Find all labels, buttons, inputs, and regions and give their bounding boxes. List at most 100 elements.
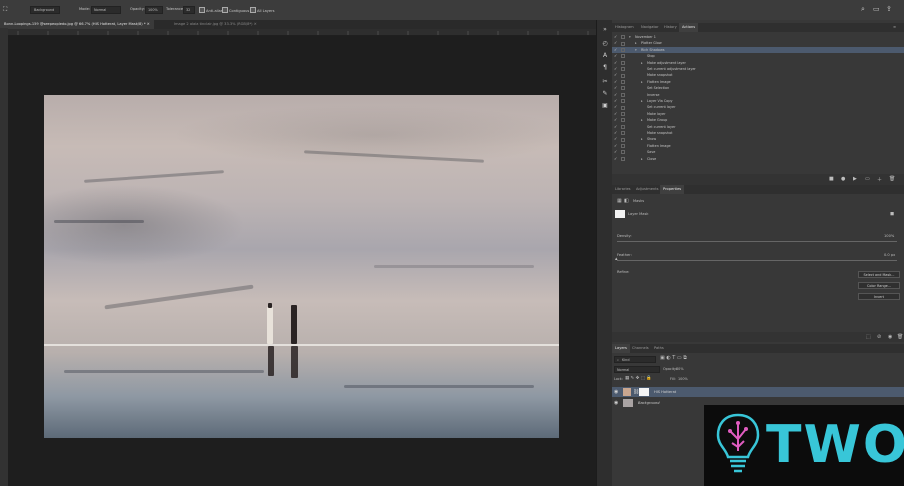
eye-icon[interactable]: ◉ <box>614 387 618 397</box>
search-icon[interactable]: ⌕ <box>861 5 865 14</box>
record-icon[interactable]: ● <box>841 176 845 182</box>
brush-icon[interactable]: ✎ <box>601 90 609 98</box>
document-tab-inactive[interactable]: Image 2 alaia tinclair.jpg @ 33.3% (RGB/… <box>170 20 261 29</box>
tab-adjustments[interactable]: Adjustments <box>633 185 662 194</box>
dialog-toggle-icon[interactable] <box>621 67 625 72</box>
dialog-toggle-icon[interactable] <box>621 111 625 116</box>
dialog-toggle-icon[interactable] <box>621 99 625 104</box>
chevron-right-icon[interactable]: ▸ <box>641 156 645 162</box>
tool-preset-select[interactable]: Background <box>30 5 60 14</box>
density-label: Density: <box>617 234 632 238</box>
options-bar: ⛶ Background Mode: Normal Opacity: 100% … <box>0 0 904 21</box>
dialog-toggle-icon[interactable] <box>621 86 625 91</box>
fill-value[interactable]: 100% <box>678 377 688 381</box>
tab-history[interactable]: History <box>661 23 680 32</box>
tab-libraries[interactable]: Libraries <box>612 185 634 194</box>
dialog-toggle-icon[interactable] <box>621 54 625 59</box>
check-icon[interactable]: ✓ <box>614 156 618 162</box>
dialog-toggle-icon[interactable] <box>621 47 625 52</box>
dialog-toggle-icon[interactable] <box>621 150 625 155</box>
delete-icon[interactable]: 🗑 <box>897 334 903 340</box>
layer-mask-thumbnail[interactable] <box>615 210 625 218</box>
clone-icon[interactable]: ▣ <box>601 102 609 110</box>
tab-histogram[interactable]: Histogram <box>612 23 637 32</box>
photo-image[interactable] <box>44 95 559 438</box>
color-range-button[interactable]: Color Range... <box>858 282 900 289</box>
panel-menu-icon[interactable]: ≡ <box>890 23 899 32</box>
share-icon[interactable]: ⇪ <box>886 5 892 13</box>
workspace-icon[interactable]: ▭ <box>873 5 880 13</box>
layer-filter-select[interactable]: ⌕ Kind <box>614 356 656 363</box>
layer-thumbnail <box>623 399 633 407</box>
eye-icon[interactable]: ◉ <box>614 398 618 408</box>
pixel-mask-icon[interactable]: ▦ <box>617 198 622 204</box>
close-icon[interactable]: ✕ <box>254 22 257 26</box>
tab-properties[interactable]: Properties <box>660 185 685 194</box>
layers-tab-row: Layers Channels Paths <box>612 344 904 353</box>
bucket-tool-icon[interactable]: ⛶ <box>3 6 7 14</box>
dialog-toggle-icon[interactable] <box>621 35 625 40</box>
sky-texture <box>304 150 484 163</box>
play-icon[interactable]: ▶ <box>853 176 857 182</box>
dialog-toggle-icon[interactable] <box>621 41 625 46</box>
dialog-toggle-icon[interactable] <box>621 60 625 65</box>
disable-mask-icon[interactable]: ⊘ <box>877 334 881 340</box>
opacity-input[interactable]: 100% <box>145 5 163 14</box>
dialog-toggle-icon[interactable] <box>621 137 625 142</box>
new-action-icon[interactable]: ＋ <box>877 176 882 183</box>
antialias-checkbox[interactable]: Anti-alias <box>199 7 223 13</box>
trash-icon[interactable]: 🗑 <box>889 176 895 182</box>
tab-layers[interactable]: Layers <box>612 344 630 353</box>
opacity-value[interactable]: 80% <box>676 367 684 371</box>
layer-row-hotterat[interactable]: ◉ ⛓ HIS Hotterat <box>612 387 904 397</box>
mask-thumbnail[interactable] <box>639 388 649 396</box>
dialog-toggle-icon[interactable] <box>621 131 625 136</box>
all-layers-checkbox[interactable]: All Layers <box>250 7 275 13</box>
density-value[interactable]: 100% <box>884 234 894 238</box>
contiguous-checkbox[interactable]: Contiguous <box>222 7 249 13</box>
dialog-toggle-icon[interactable] <box>621 79 625 84</box>
select-and-mask-button[interactable]: Select and Mask... <box>858 271 900 278</box>
load-selection-icon[interactable]: ⬚ <box>866 334 871 340</box>
history-icon[interactable]: ◴ <box>601 40 609 48</box>
document-tab-active[interactable]: Bonn-Loopings-159 @seepeopledo.jpg @ 66.… <box>0 20 154 29</box>
character-icon[interactable]: A <box>601 52 609 60</box>
mode-select[interactable]: Normal <box>91 5 121 14</box>
blend-mode-select[interactable]: Normal <box>614 366 660 373</box>
new-set-icon[interactable]: ▭ <box>865 176 870 182</box>
paragraph-icon[interactable]: ¶ <box>601 64 609 72</box>
collapse-icon[interactable]: » <box>601 26 609 34</box>
dialog-toggle-icon[interactable] <box>621 118 625 123</box>
invert-button[interactable]: Invert <box>858 293 900 300</box>
action-item-label: Close <box>647 156 657 161</box>
vector-mask-icon[interactable]: ◧ <box>624 198 629 204</box>
density-slider[interactable] <box>617 241 897 242</box>
close-icon[interactable]: ✕ <box>147 22 150 26</box>
filter-icons[interactable]: ▣ ◐ T ▭ ⧉ <box>660 355 687 361</box>
tab-navigator[interactable]: Navigator <box>638 23 662 32</box>
slider-handle-icon[interactable]: ▴ <box>615 256 618 262</box>
tolerance-input[interactable]: 32 <box>183 5 195 14</box>
dialog-toggle-icon[interactable] <box>621 92 625 97</box>
dialog-toggle-icon[interactable] <box>621 143 625 148</box>
tab-paths[interactable]: Paths <box>651 344 667 353</box>
properties-footer: ⬚ ⊘ ◉ 🗑 <box>612 332 904 342</box>
feather-slider[interactable] <box>617 260 897 261</box>
tools-icon[interactable]: ✂ <box>601 78 609 86</box>
tab-actions[interactable]: Actions <box>679 23 699 32</box>
watermark: TWOS <box>704 405 904 486</box>
sky-texture <box>374 265 534 268</box>
visibility-icon[interactable]: ◉ <box>888 334 892 340</box>
dialog-toggle-icon[interactable] <box>621 105 625 110</box>
feather-value[interactable]: 0.0 px <box>884 253 895 257</box>
apply-mask-icon[interactable]: ◼ <box>890 211 894 217</box>
dialog-toggle-icon[interactable] <box>621 124 625 129</box>
horizontal-ruler[interactable] <box>8 29 596 36</box>
stop-icon[interactable]: ■ <box>829 176 834 182</box>
action-item[interactable]: ✓ ▸ Close <box>612 156 904 162</box>
tab-channels[interactable]: Channels <box>629 344 652 353</box>
dialog-toggle-icon[interactable] <box>621 156 625 161</box>
dialog-toggle-icon[interactable] <box>621 73 625 78</box>
lock-icons[interactable]: ▦ ✎ ✥ ⬚ 🔒 <box>625 376 652 381</box>
properties-tab-row: Libraries Adjustments Properties <box>612 185 904 194</box>
